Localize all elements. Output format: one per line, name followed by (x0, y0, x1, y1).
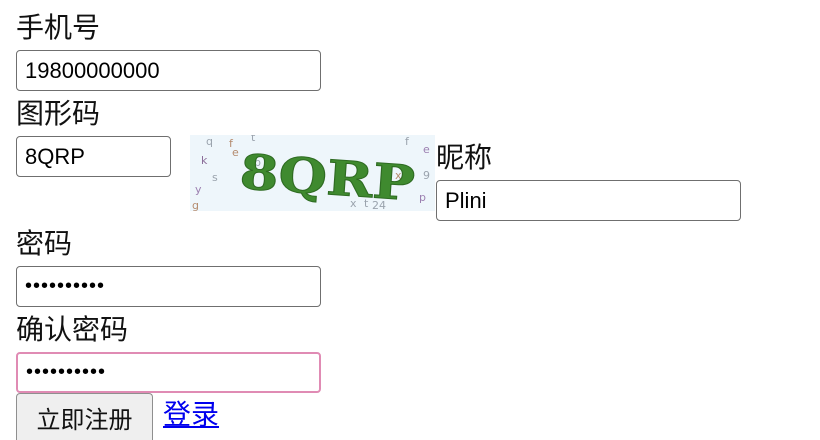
login-link[interactable]: 登录 (163, 398, 219, 432)
confirm-password-input[interactable] (16, 352, 321, 393)
captcha-text-glyphs: 8QRP (238, 144, 416, 211)
captcha-image[interactable]: q f t k e b f e x y s g x t 24 p 9 8QRP (190, 135, 435, 211)
phone-label: 手机号 (16, 11, 101, 44)
register-form: 手机号 图形码 q f t k e b f e x y s g x t 24 p (0, 0, 820, 440)
nickname-label: 昵称 (436, 141, 493, 174)
password-input[interactable] (16, 266, 321, 307)
captcha-input[interactable] (16, 136, 171, 177)
password-label: 密码 (16, 227, 73, 260)
captcha-text: 8QRP (238, 144, 417, 211)
captcha-label: 图形码 (16, 97, 101, 130)
register-button[interactable]: 立即注册 (16, 393, 153, 440)
confirm-password-label: 确认密码 (16, 313, 129, 346)
nickname-input[interactable] (436, 180, 741, 221)
phone-input[interactable] (16, 50, 321, 91)
